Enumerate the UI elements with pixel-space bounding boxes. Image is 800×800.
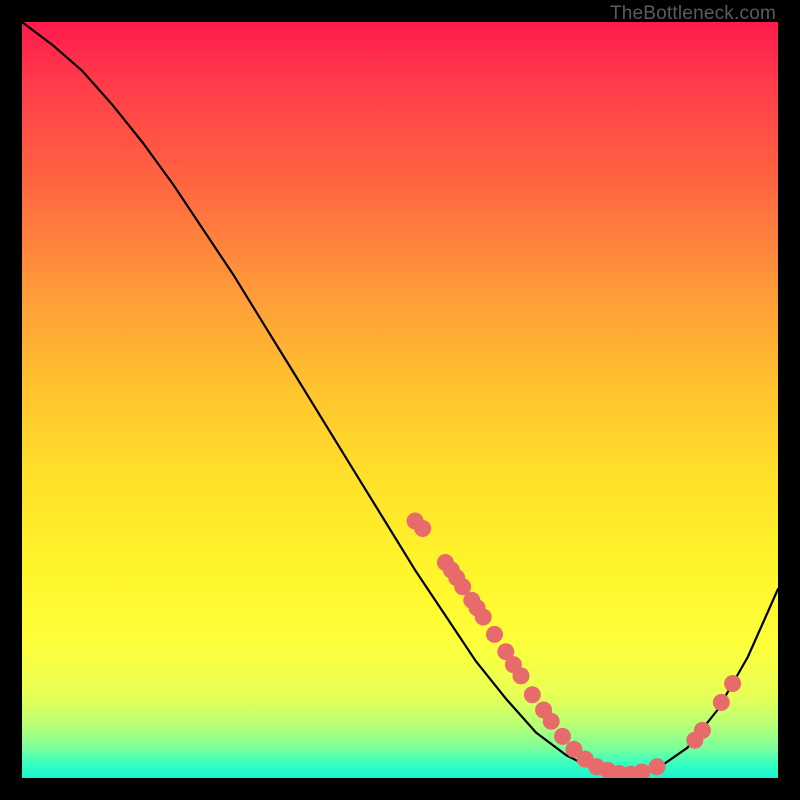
curve-path — [22, 22, 778, 776]
marker-dot — [524, 686, 541, 703]
watermark-text: TheBottleneck.com — [610, 3, 776, 25]
marker-dot — [649, 758, 666, 775]
marker-dot — [694, 722, 711, 739]
marker-dot — [475, 609, 492, 626]
chart-curve — [22, 22, 778, 776]
marker-dot — [633, 764, 650, 779]
marker-dot — [414, 520, 431, 537]
marker-dot — [543, 713, 560, 730]
marker-dot — [554, 728, 571, 745]
marker-dot — [724, 675, 741, 692]
chart-svg — [22, 22, 778, 778]
marker-dot — [486, 626, 503, 643]
chart-frame — [22, 22, 778, 778]
chart-markers — [407, 513, 741, 779]
marker-dot — [713, 694, 730, 711]
marker-dot — [513, 667, 530, 684]
